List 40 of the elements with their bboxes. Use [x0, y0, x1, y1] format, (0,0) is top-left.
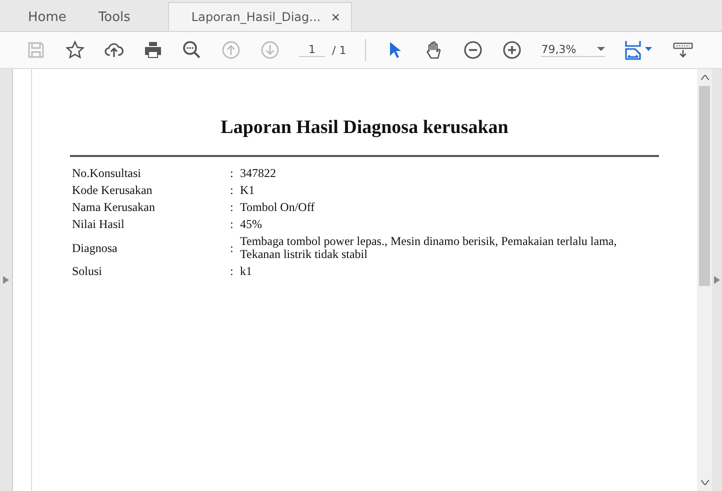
- close-icon[interactable]: ×: [330, 10, 341, 24]
- caret-icon: [597, 47, 606, 52]
- field-label: Kode Kerusakan: [71, 184, 154, 197]
- zoom-dropdown[interactable]: 79,3%: [541, 43, 606, 57]
- tab[interactable]: Home: [12, 3, 82, 31]
- scrollbar[interactable]: [697, 69, 712, 491]
- colon: :: [230, 242, 234, 254]
- field-label: Diagnosa: [71, 242, 118, 254]
- page-number-field[interactable]: 1: [299, 43, 325, 57]
- field-value: K1: [240, 184, 256, 197]
- zoom-in-icon[interactable]: [502, 40, 522, 60]
- colon: :: [230, 218, 234, 231]
- field-value: Tombol On/Off: [240, 201, 316, 214]
- star-icon[interactable]: [65, 40, 85, 60]
- field-value: Tembaga tombol power lepas., Mesin dinamo berisik, Pemakaian terlalu lama, Tekanan listrik tidak stabil: [240, 235, 618, 261]
- keyboard-download-icon[interactable]: [673, 40, 694, 60]
- cloud-upload-icon[interactable]: [104, 40, 124, 60]
- colon: :: [230, 184, 234, 197]
- colon: :: [230, 201, 234, 214]
- fit-page-icon[interactable]: [624, 40, 654, 60]
- colon: :: [230, 265, 234, 278]
- field-label: Nama Kerusakan: [71, 201, 156, 214]
- field-value: 45%: [240, 218, 263, 231]
- field-label: Solusi: [71, 265, 104, 278]
- scroll-up-icon: [700, 75, 708, 80]
- zoom-out-icon[interactable]: [463, 40, 484, 60]
- field-label: Nilai Hasil: [71, 218, 126, 231]
- page-total: / 1: [332, 44, 346, 56]
- print-icon[interactable]: [143, 40, 163, 60]
- document-title: Laporan Hasil Diagnosa kerusakan: [220, 117, 510, 139]
- tab[interactable]: Laporan_Hasil_Diag... ×: [168, 2, 352, 31]
- colon: :: [230, 167, 234, 180]
- field-label: No.Konsultasi: [71, 167, 142, 180]
- field-value: k1: [240, 265, 253, 278]
- expand-left-icon[interactable]: [3, 276, 9, 284]
- tab[interactable]: Tools: [82, 3, 146, 31]
- scroll-down-icon: [700, 480, 708, 485]
- expand-right-icon[interactable]: [714, 276, 720, 284]
- field-value: 347822: [240, 167, 277, 180]
- zoom-search-icon[interactable]: [182, 40, 202, 60]
